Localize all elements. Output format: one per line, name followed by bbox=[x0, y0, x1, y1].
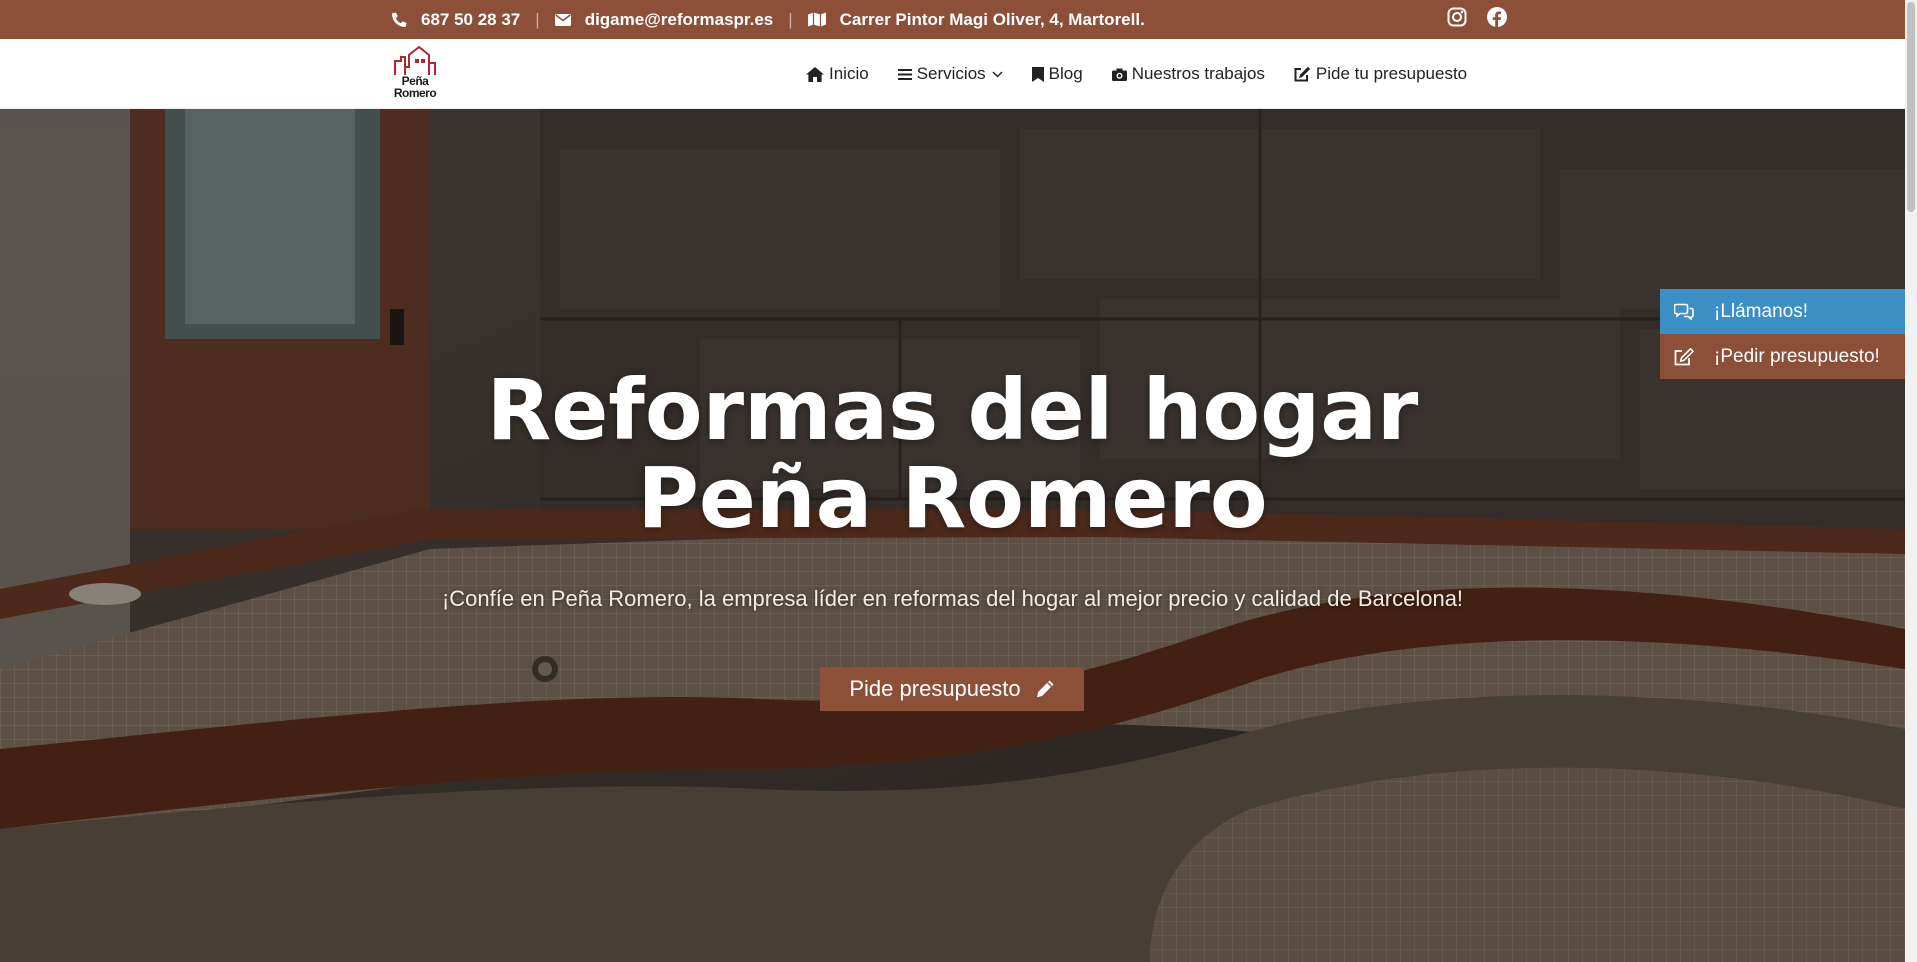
hero-title-line-2: Peña Romero bbox=[637, 449, 1268, 547]
site-logo[interactable]: Peña Romero bbox=[391, 45, 439, 101]
chevron-down-icon bbox=[992, 70, 1003, 78]
call-us-label: ¡Llámanos! bbox=[1714, 300, 1808, 322]
nav-item-pide-presupuesto[interactable]: Pide tu presupuesto bbox=[1294, 64, 1467, 84]
email-contact[interactable]: digame@reformaspr.es bbox=[554, 9, 774, 30]
nav-label: Pide tu presupuesto bbox=[1315, 64, 1468, 83]
separator: | bbox=[535, 9, 540, 29]
hero-title: Reformas del hogar Peña Romero bbox=[0, 366, 1905, 542]
social-links bbox=[1447, 7, 1507, 27]
pencil-icon bbox=[1036, 680, 1054, 698]
call-us-button[interactable]: ¡Llámanos! bbox=[1660, 289, 1905, 334]
nav-label: Servicios bbox=[916, 64, 986, 83]
main-header: Peña Romero Inicio Servicios Blog Nuestr… bbox=[0, 39, 1905, 109]
menu-icon bbox=[897, 68, 912, 80]
address-contact[interactable]: Carrer Pintor Magi Oliver, 4, Martorell. bbox=[807, 9, 1145, 30]
request-quote-side-button[interactable]: ¡Pedir presupuesto! bbox=[1660, 334, 1905, 379]
top-contact-bar: 687 50 28 37 | digame@reformaspr.es | Ca… bbox=[0, 0, 1905, 39]
page-scrollbar[interactable] bbox=[1905, 0, 1917, 962]
bookmark-icon bbox=[1031, 66, 1044, 82]
instagram-icon[interactable] bbox=[1447, 7, 1467, 27]
nav-item-blog[interactable]: Blog bbox=[1031, 64, 1083, 84]
nav-item-servicios[interactable]: Servicios bbox=[897, 64, 1003, 84]
address-text: Carrer Pintor Magi Oliver, 4, Martorell. bbox=[839, 9, 1145, 29]
phone-number: 687 50 28 37 bbox=[421, 9, 521, 29]
nav-label: Blog bbox=[1048, 64, 1083, 83]
nav-label: Inicio bbox=[829, 64, 869, 83]
hero-subtitle: ¡Confíe en Peña Romero, la empresa líder… bbox=[441, 586, 1464, 611]
camera-icon bbox=[1111, 68, 1127, 81]
edit-icon bbox=[1294, 66, 1311, 82]
nav-item-inicio[interactable]: Inicio bbox=[806, 64, 869, 84]
main-navigation: Inicio Servicios Blog Nuestros trabajos … bbox=[806, 39, 1467, 109]
chat-icon bbox=[1674, 303, 1694, 320]
map-icon bbox=[807, 12, 826, 27]
envelope-icon bbox=[554, 14, 571, 26]
nav-label: Nuestros trabajos bbox=[1131, 64, 1265, 83]
hero-title-line-1: Reformas del hogar bbox=[486, 361, 1419, 459]
house-logo-icon bbox=[394, 45, 436, 75]
phone-contact[interactable]: 687 50 28 37 bbox=[392, 10, 520, 30]
phone-icon bbox=[392, 12, 407, 27]
scrollbar-thumb[interactable] bbox=[1907, 2, 1915, 212]
hero-section: Reformas del hogar Peña Romero ¡Confíe e… bbox=[0, 109, 1905, 962]
home-icon bbox=[806, 66, 824, 82]
edit-icon bbox=[1674, 347, 1694, 365]
request-quote-button[interactable]: Pide presupuesto bbox=[820, 667, 1084, 711]
separator: | bbox=[788, 9, 793, 29]
logo-line-2: Romero bbox=[393, 86, 437, 100]
facebook-icon[interactable] bbox=[1487, 7, 1507, 27]
cta-label: Pide presupuesto bbox=[849, 676, 1021, 701]
contact-info: 687 50 28 37 | digame@reformaspr.es | Ca… bbox=[392, 0, 1145, 39]
email-address: digame@reformaspr.es bbox=[584, 9, 774, 29]
nav-item-nuestros-trabajos[interactable]: Nuestros trabajos bbox=[1111, 64, 1265, 84]
request-quote-label: ¡Pedir presupuesto! bbox=[1714, 345, 1880, 367]
